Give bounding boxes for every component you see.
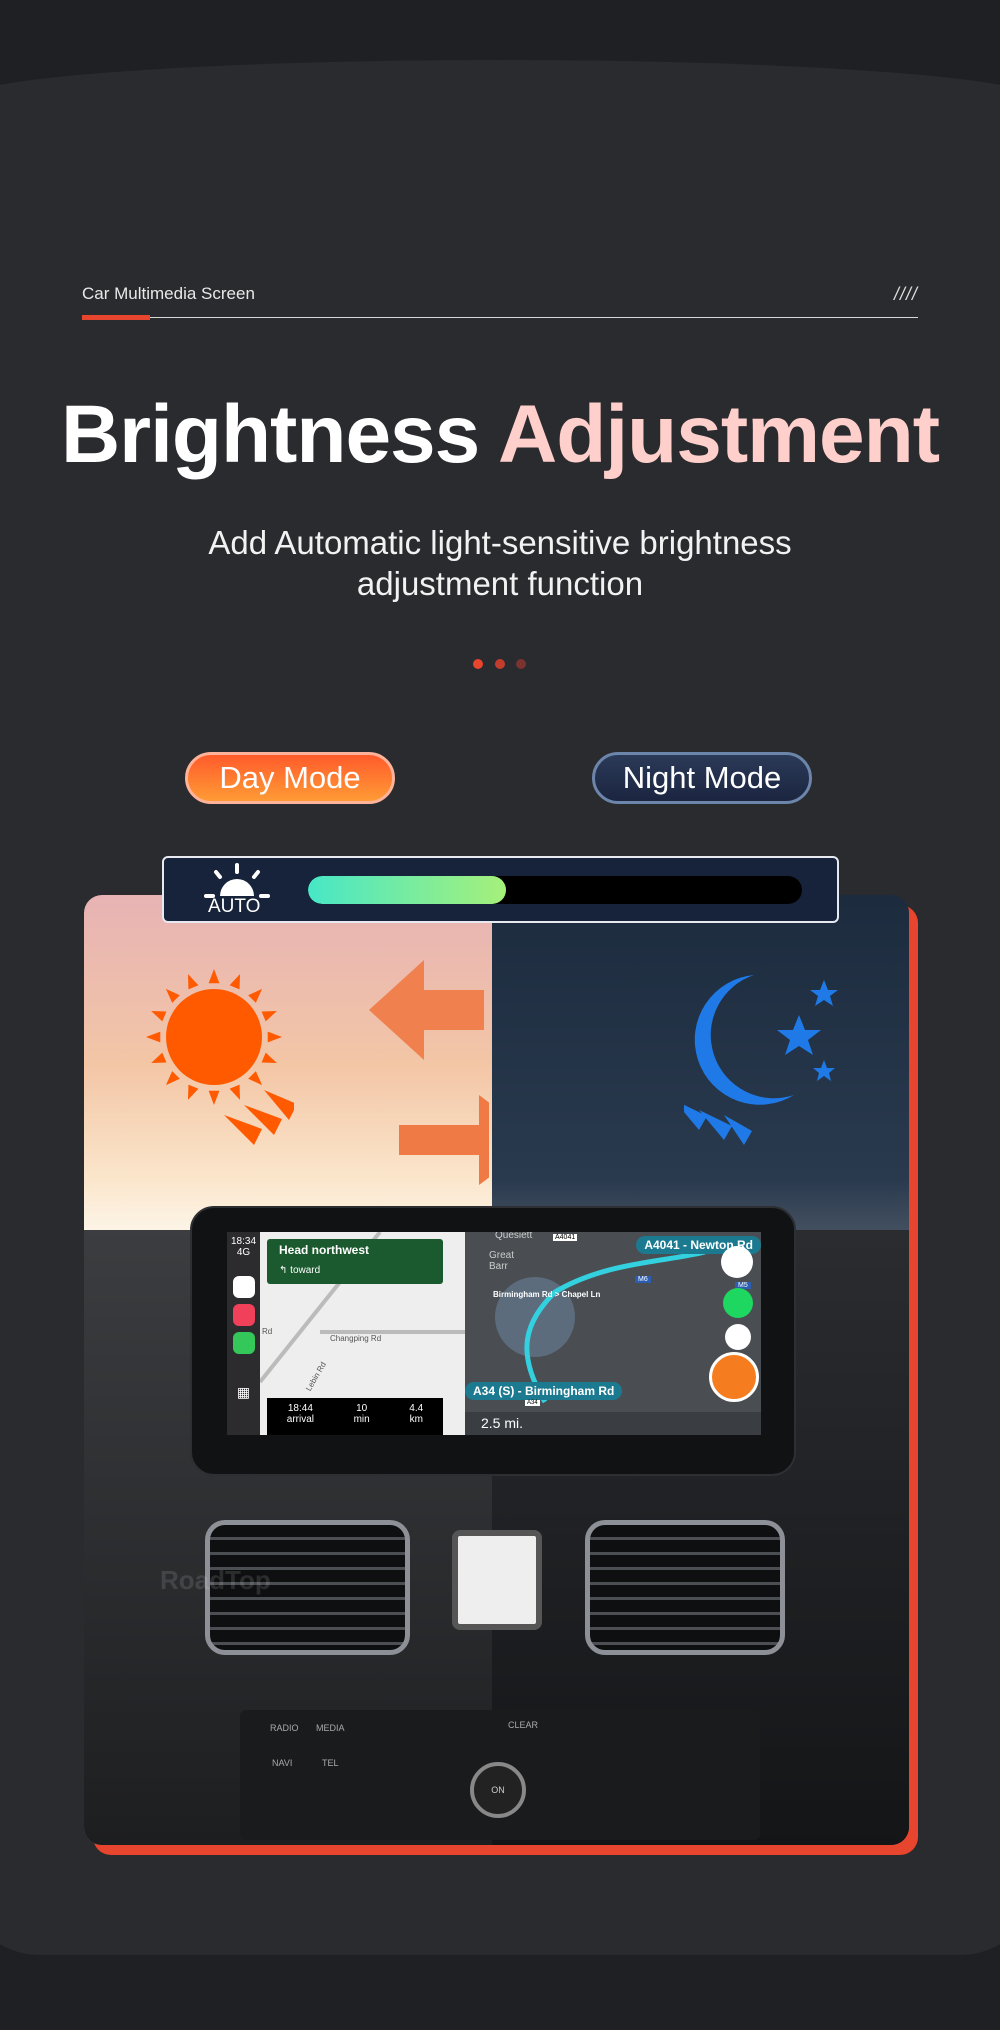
subtitle-line2: adjustment function xyxy=(356,565,644,602)
pager-dot-2[interactable] xyxy=(495,659,505,669)
place-label: Great Barr xyxy=(489,1250,515,1272)
sun-ray xyxy=(187,974,199,990)
sun-ray xyxy=(151,1010,167,1022)
network-indicator: 4G xyxy=(236,1247,251,1258)
sun-ray xyxy=(208,969,220,984)
waze-report-button[interactable] xyxy=(709,1352,759,1402)
title-part1: Brightness xyxy=(60,389,480,480)
road-badge: M6 xyxy=(635,1276,651,1283)
brightness-bar: AUTO xyxy=(162,856,839,923)
road-badge: A4041 xyxy=(553,1234,578,1241)
distance-readout: 2.5 mi. xyxy=(465,1412,761,1435)
sun-ray xyxy=(151,1052,167,1064)
guidance-banner: Head northwest ↰ toward xyxy=(267,1239,443,1284)
eta-label: min xyxy=(353,1414,370,1425)
eta-value: 4.4 xyxy=(409,1403,424,1414)
sun-ray xyxy=(248,1071,263,1086)
power-knob[interactable]: ON xyxy=(470,1762,526,1818)
pager-dot-1[interactable] xyxy=(473,659,483,669)
sun-ray xyxy=(229,974,241,990)
apple-map: Head northwest ↰ toward Changping Rd Lebi… xyxy=(260,1232,465,1435)
eta-label: arrival xyxy=(286,1414,315,1425)
air-vent-right xyxy=(585,1520,785,1655)
google-maps-icon[interactable] xyxy=(232,1276,255,1298)
page-title: Brightness Adjustment xyxy=(0,388,1000,482)
radio-button[interactable]: RADIO xyxy=(270,1723,299,1733)
microphone-icon[interactable] xyxy=(721,1246,753,1278)
auto-brightness-sun-icon xyxy=(204,863,270,898)
subtitle-line1: Add Automatic light-sensitive brightness xyxy=(208,524,792,561)
media-button[interactable]: MEDIA xyxy=(316,1723,345,1733)
carplay-screen: 18:34 4G ▦ Head northwest ↰ toward Changp… xyxy=(227,1232,761,1435)
speedometer-icon[interactable] xyxy=(725,1324,751,1350)
sun-ray xyxy=(229,1084,241,1100)
sun-ray xyxy=(208,1090,220,1105)
place-label: Quesiett xyxy=(495,1232,533,1241)
bottom-road-label: A34 (S) - Birmingham Rd xyxy=(465,1382,623,1400)
guidance-direction: Head northwest xyxy=(279,1243,370,1257)
route-label: Birmingham Rd > Chapel Ln xyxy=(493,1290,601,1299)
subtitle: Add Automatic light-sensitive brightness… xyxy=(0,522,1000,604)
eta-value: 18:44 xyxy=(287,1403,313,1414)
waze-map: Quesiett Great Barr Birmingham Rd > Chap… xyxy=(465,1232,761,1435)
auto-label: AUTO xyxy=(208,896,261,917)
eta-panel: 18:44 arrival 10 min 4.4 km xyxy=(267,1398,443,1435)
spotify-icon[interactable] xyxy=(723,1288,753,1318)
road-label: Rd xyxy=(262,1327,273,1336)
brightness-slider[interactable] xyxy=(308,876,802,904)
pager-dot-3[interactable] xyxy=(516,659,526,669)
brightness-fill xyxy=(308,876,506,904)
app-grid-icon[interactable]: ▦ xyxy=(227,1384,260,1401)
arrows-icon xyxy=(369,960,489,1185)
road-badge: A34 xyxy=(525,1400,540,1406)
sun-ray xyxy=(165,988,180,1003)
sun-ray xyxy=(187,1084,199,1100)
sun-ray xyxy=(165,1071,180,1086)
road-label: Changping Rd xyxy=(330,1334,382,1343)
tel-button[interactable]: TEL xyxy=(322,1758,339,1768)
guidance-sub: toward xyxy=(290,1265,321,1276)
turn-left-icon: ↰ xyxy=(279,1265,291,1276)
divider xyxy=(82,317,918,318)
analog-clock xyxy=(452,1530,542,1630)
sun-ray xyxy=(146,1031,161,1043)
sun-ray xyxy=(261,1052,277,1064)
title-part2: Adjustment xyxy=(498,389,940,480)
navi-button[interactable]: NAVI xyxy=(272,1758,292,1768)
sun-ray xyxy=(267,1031,282,1043)
moon-stars-icon xyxy=(684,975,838,1145)
eta-label: km xyxy=(409,1414,423,1425)
divider-accent xyxy=(82,315,150,320)
car-head-unit: 18:34 4G ▦ Head northwest ↰ toward Changp… xyxy=(190,1206,796,1476)
day-mode-button[interactable]: Day Mode xyxy=(185,752,395,804)
sun-ray xyxy=(248,988,263,1003)
clear-button[interactable]: CLEAR xyxy=(508,1720,538,1730)
power-label: ON xyxy=(491,1785,505,1795)
sun-icon xyxy=(146,969,294,1145)
phone-icon[interactable] xyxy=(232,1332,255,1354)
music-icon[interactable] xyxy=(232,1304,255,1326)
sun-ray xyxy=(261,1010,277,1022)
watermark: RoadTop xyxy=(160,1565,271,1595)
clock: 18:34 xyxy=(230,1236,257,1247)
section-label: Car Multimedia Screen xyxy=(82,284,255,303)
decoration-slashes: //// xyxy=(893,284,918,304)
carplay-dock: 18:34 4G ▦ xyxy=(227,1232,260,1435)
eta-value: 10 xyxy=(356,1403,368,1414)
night-mode-button[interactable]: Night Mode xyxy=(592,752,812,804)
